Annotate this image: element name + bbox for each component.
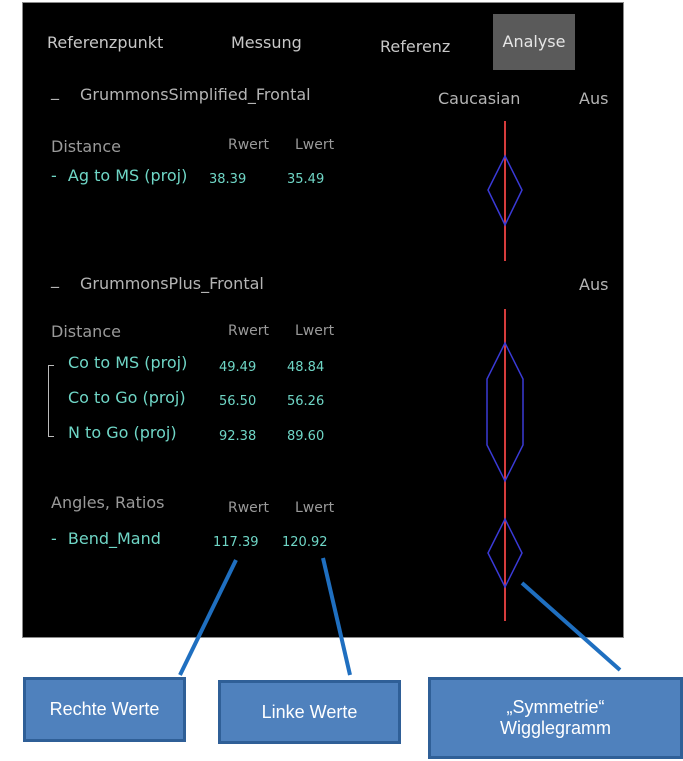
callout-connectors bbox=[178, 557, 622, 676]
callout-right-values: Rechte Werte bbox=[23, 677, 186, 742]
connector-left bbox=[321, 557, 352, 676]
connector-wiggle bbox=[520, 581, 622, 672]
callout-label: Linke Werte bbox=[261, 701, 358, 722]
connector-right bbox=[178, 559, 238, 676]
callout-label: Rechte Werte bbox=[49, 699, 160, 719]
callout-left-values: Linke Werte bbox=[218, 680, 401, 744]
callout-wigglegram: „Symmetrie“ Wigglegramm bbox=[428, 677, 683, 759]
callout-label-line2: Wigglegramm bbox=[499, 718, 612, 738]
callout-label-line1: „Symmetrie“ bbox=[506, 697, 605, 717]
